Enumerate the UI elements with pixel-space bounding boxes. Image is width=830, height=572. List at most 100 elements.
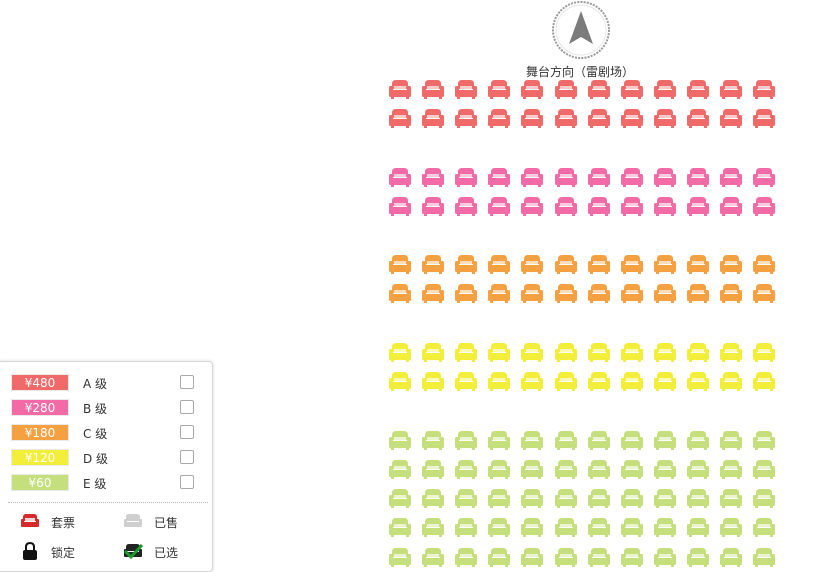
seat-e[interactable]	[454, 458, 478, 480]
seat-d[interactable]	[587, 370, 611, 392]
seat-c[interactable]	[520, 282, 544, 304]
seat-e[interactable]	[653, 429, 677, 451]
seat-a[interactable]	[620, 107, 644, 129]
seat-d[interactable]	[620, 341, 644, 363]
seat-c[interactable]	[686, 253, 710, 275]
seat-e[interactable]	[719, 429, 743, 451]
seat-a[interactable]	[454, 107, 478, 129]
seat-b[interactable]	[520, 195, 544, 217]
seat-a[interactable]	[620, 78, 644, 100]
seat-a[interactable]	[752, 78, 776, 100]
seat-e[interactable]	[653, 516, 677, 538]
seat-e[interactable]	[686, 487, 710, 509]
seat-e[interactable]	[388, 516, 412, 538]
seat-b[interactable]	[487, 166, 511, 188]
seat-e[interactable]	[421, 487, 445, 509]
seat-d[interactable]	[421, 370, 445, 392]
seat-a[interactable]	[487, 78, 511, 100]
seat-e[interactable]	[653, 487, 677, 509]
seat-d[interactable]	[487, 370, 511, 392]
seat-e[interactable]	[388, 546, 412, 568]
seat-e[interactable]	[554, 516, 578, 538]
seat-c[interactable]	[388, 282, 412, 304]
seat-e[interactable]	[454, 487, 478, 509]
seat-a[interactable]	[487, 107, 511, 129]
seat-c[interactable]	[719, 282, 743, 304]
seat-e[interactable]	[620, 429, 644, 451]
seat-b[interactable]	[421, 166, 445, 188]
seat-e[interactable]	[719, 546, 743, 568]
seat-c[interactable]	[686, 282, 710, 304]
seat-a[interactable]	[421, 107, 445, 129]
seat-d[interactable]	[686, 341, 710, 363]
seat-d[interactable]	[587, 341, 611, 363]
seat-e[interactable]	[620, 546, 644, 568]
seat-e[interactable]	[587, 487, 611, 509]
seat-e[interactable]	[554, 546, 578, 568]
seat-a[interactable]	[719, 107, 743, 129]
seat-e[interactable]	[686, 516, 710, 538]
seat-a[interactable]	[388, 78, 412, 100]
seat-e[interactable]	[620, 516, 644, 538]
seat-c[interactable]	[752, 282, 776, 304]
seat-a[interactable]	[587, 78, 611, 100]
seat-e[interactable]	[587, 429, 611, 451]
seat-e[interactable]	[388, 458, 412, 480]
level-filter-checkbox[interactable]	[180, 375, 194, 389]
seat-c[interactable]	[554, 282, 578, 304]
seat-c[interactable]	[653, 282, 677, 304]
seat-e[interactable]	[719, 487, 743, 509]
seat-e[interactable]	[686, 429, 710, 451]
seat-d[interactable]	[554, 370, 578, 392]
seat-e[interactable]	[520, 429, 544, 451]
seat-e[interactable]	[752, 516, 776, 538]
seat-d[interactable]	[454, 370, 478, 392]
seat-a[interactable]	[554, 107, 578, 129]
seat-e[interactable]	[620, 458, 644, 480]
level-filter-checkbox[interactable]	[180, 475, 194, 489]
seat-c[interactable]	[620, 253, 644, 275]
seat-e[interactable]	[421, 516, 445, 538]
seat-e[interactable]	[587, 516, 611, 538]
seat-b[interactable]	[487, 195, 511, 217]
seat-e[interactable]	[554, 458, 578, 480]
seat-e[interactable]	[454, 516, 478, 538]
seat-a[interactable]	[454, 78, 478, 100]
seat-b[interactable]	[421, 195, 445, 217]
seat-a[interactable]	[686, 107, 710, 129]
seat-a[interactable]	[686, 78, 710, 100]
seat-b[interactable]	[686, 166, 710, 188]
seat-c[interactable]	[587, 282, 611, 304]
seat-d[interactable]	[454, 341, 478, 363]
seat-e[interactable]	[554, 487, 578, 509]
seat-b[interactable]	[520, 166, 544, 188]
seat-a[interactable]	[388, 107, 412, 129]
seat-a[interactable]	[520, 78, 544, 100]
seat-a[interactable]	[752, 107, 776, 129]
seat-b[interactable]	[752, 166, 776, 188]
seat-b[interactable]	[653, 166, 677, 188]
seat-c[interactable]	[421, 253, 445, 275]
seat-c[interactable]	[421, 282, 445, 304]
seat-e[interactable]	[719, 458, 743, 480]
seat-e[interactable]	[487, 429, 511, 451]
seat-b[interactable]	[454, 166, 478, 188]
seat-c[interactable]	[719, 253, 743, 275]
seat-e[interactable]	[487, 516, 511, 538]
seat-c[interactable]	[752, 253, 776, 275]
seat-d[interactable]	[653, 370, 677, 392]
seat-c[interactable]	[554, 253, 578, 275]
seat-d[interactable]	[653, 341, 677, 363]
seat-e[interactable]	[752, 429, 776, 451]
seat-d[interactable]	[719, 341, 743, 363]
seat-e[interactable]	[487, 546, 511, 568]
seat-e[interactable]	[620, 487, 644, 509]
seat-d[interactable]	[421, 341, 445, 363]
seat-d[interactable]	[388, 341, 412, 363]
seat-e[interactable]	[520, 487, 544, 509]
level-filter-checkbox[interactable]	[180, 450, 194, 464]
seat-d[interactable]	[487, 341, 511, 363]
seat-d[interactable]	[554, 341, 578, 363]
seat-e[interactable]	[752, 458, 776, 480]
seat-b[interactable]	[554, 166, 578, 188]
